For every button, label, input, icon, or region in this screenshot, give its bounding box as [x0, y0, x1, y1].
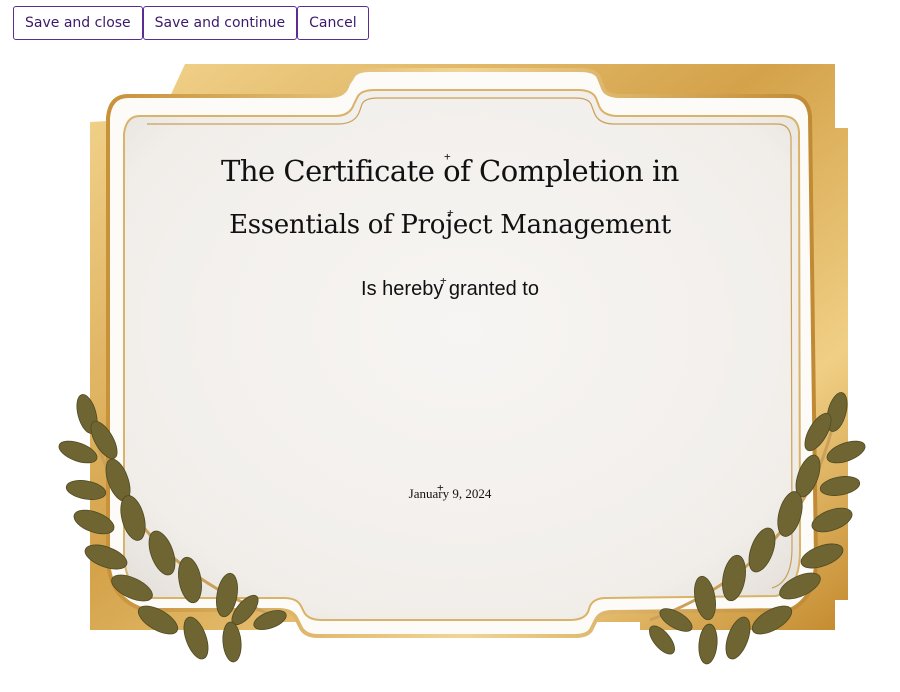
move-handle-date[interactable]: +: [437, 482, 444, 493]
move-handle-title[interactable]: +: [444, 151, 451, 162]
cancel-button[interactable]: Cancel: [297, 6, 369, 40]
save-and-continue-button[interactable]: Save and continue: [142, 6, 298, 40]
certificate-date[interactable]: January 9, 2024: [0, 486, 900, 502]
move-handle-granted[interactable]: +: [440, 275, 447, 286]
save-and-close-button[interactable]: Save and close: [13, 6, 143, 40]
certificate-background: [58, 64, 866, 665]
move-handle-course[interactable]: +: [447, 207, 454, 218]
editor-toolbar: Save and close Save and continue Cancel: [13, 6, 369, 40]
granted-to-text[interactable]: Is hereby granted to: [0, 278, 900, 301]
